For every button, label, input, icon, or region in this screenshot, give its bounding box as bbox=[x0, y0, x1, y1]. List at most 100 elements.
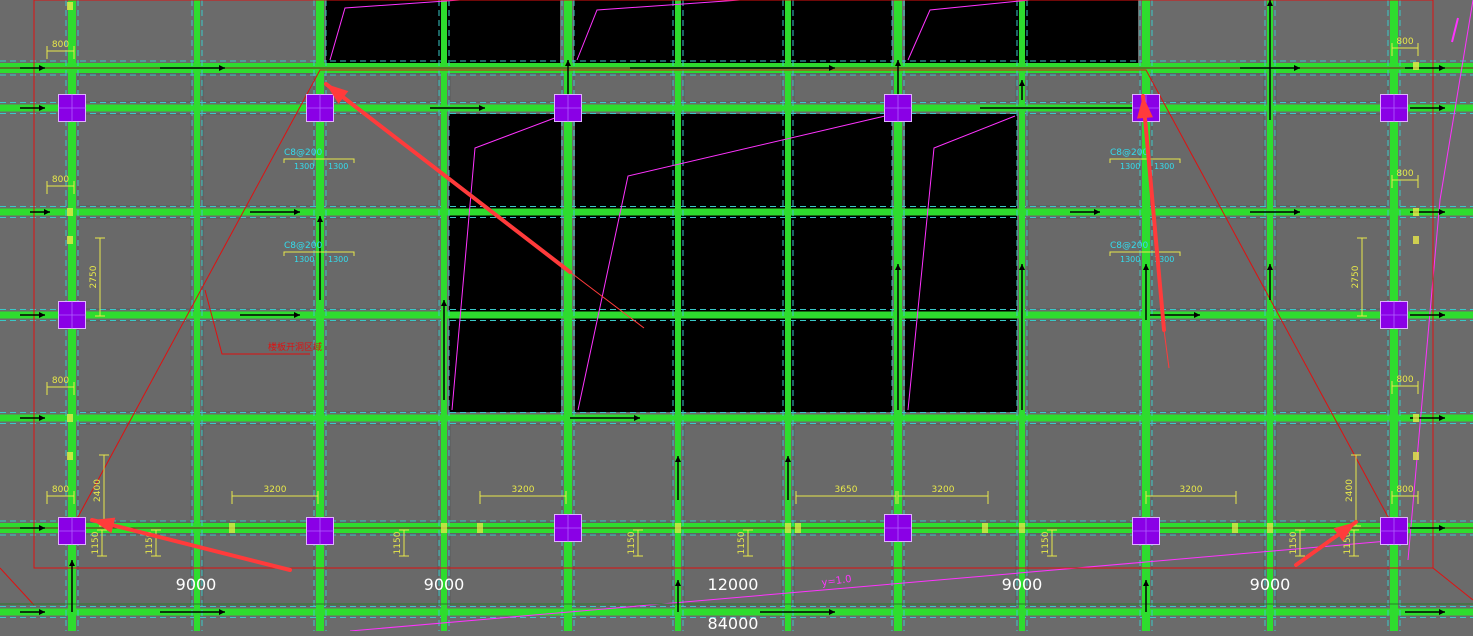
dimension-label: 3650 bbox=[835, 485, 858, 495]
dimension-label: 1150 bbox=[1041, 531, 1051, 554]
beam-horizontal bbox=[0, 414, 1473, 422]
dimension-label: 800 bbox=[1396, 375, 1413, 385]
dimension-label: 3200 bbox=[1180, 485, 1203, 495]
slab-panel bbox=[1151, 113, 1265, 207]
slab-panel bbox=[325, 533, 439, 607]
dimension-marker bbox=[477, 523, 483, 533]
slab-panel bbox=[1275, 423, 1389, 523]
dimension-label: 1150 bbox=[737, 531, 747, 554]
dimension-marker bbox=[67, 414, 73, 422]
red-note-label: 楼板开洞区域 bbox=[268, 341, 322, 353]
axis-span-label: 9000 bbox=[1002, 575, 1043, 594]
slab-panel bbox=[793, 423, 893, 523]
dimension-marker bbox=[1232, 523, 1238, 533]
slab-panel bbox=[1027, 73, 1141, 103]
slab-panel bbox=[77, 113, 192, 207]
slab-panel bbox=[202, 320, 315, 413]
rebar-length-label: 1300 bbox=[294, 255, 314, 264]
dimension-marker bbox=[1413, 236, 1419, 244]
cad-drawing-canvas[interactable]: 800 800 800 800 800 800 800 800 2750 2750 2400 2400… bbox=[0, 0, 1473, 633]
slab-panel bbox=[793, 73, 893, 103]
dimension-marker bbox=[1267, 523, 1273, 533]
slab-panel bbox=[1275, 113, 1389, 207]
dimension-marker bbox=[1413, 452, 1419, 460]
dimension-label: 2750 bbox=[1351, 265, 1361, 288]
dimension-label: 800 bbox=[52, 40, 69, 50]
slab-panel bbox=[325, 320, 439, 413]
rebar-length-label: 1300 bbox=[1120, 162, 1140, 171]
dimension-marker bbox=[229, 523, 235, 533]
rebar-length-label: 1300 bbox=[1154, 162, 1174, 171]
opening bbox=[449, 114, 561, 412]
dimension-marker bbox=[67, 452, 73, 460]
slab-panel bbox=[77, 423, 192, 523]
dimension-label: 3200 bbox=[932, 485, 955, 495]
axis-span-label: 12000 bbox=[708, 575, 759, 594]
rebar-spec-label: C8@200 bbox=[284, 241, 322, 251]
beam-vertical bbox=[675, 0, 681, 631]
axis-span-label: 9000 bbox=[1250, 575, 1291, 594]
dimension-label: 800 bbox=[1396, 37, 1413, 47]
slab-panel bbox=[1275, 320, 1389, 413]
dimension-label: 800 bbox=[52, 376, 69, 386]
dimension-marker bbox=[1413, 208, 1419, 216]
slab-panel bbox=[1027, 423, 1141, 523]
slab-panel bbox=[325, 423, 439, 523]
dimension-marker bbox=[675, 523, 681, 533]
slab-panel bbox=[1027, 320, 1141, 413]
dimension-label: 1150 bbox=[393, 531, 403, 554]
slab-panel bbox=[573, 423, 673, 523]
slab-panel bbox=[1151, 73, 1265, 103]
slab-panel bbox=[202, 113, 315, 207]
beam-horizontal bbox=[0, 104, 1473, 112]
opening bbox=[575, 114, 892, 412]
rebar-length-label: 1300 bbox=[328, 255, 348, 264]
rebar-length-label: 1300 bbox=[328, 162, 348, 171]
dimension-label: 1150 bbox=[1289, 531, 1299, 554]
slab-panel bbox=[573, 73, 673, 103]
dimension-label: 800 bbox=[52, 175, 69, 185]
slab-panel bbox=[1027, 113, 1141, 207]
axis-span-label: 9000 bbox=[176, 575, 217, 594]
slab-panel bbox=[77, 73, 192, 103]
rebar-length-label: 1300 bbox=[294, 162, 314, 171]
dimension-marker bbox=[1413, 62, 1419, 70]
total-length-label: 84000 bbox=[708, 614, 759, 631]
beam-horizontal bbox=[0, 311, 1473, 319]
slab-panel bbox=[903, 533, 1017, 607]
opening bbox=[574, 0, 892, 63]
slab-panel bbox=[793, 533, 893, 607]
rebar-length-label: 1300 bbox=[1120, 255, 1140, 264]
dimension-label: 2400 bbox=[1345, 479, 1355, 502]
rebar-spec-label: C8@200 bbox=[1110, 148, 1148, 158]
floor-plan-svg: 800 800 800 800 800 800 800 800 2750 2750 2400 2400… bbox=[0, 0, 1473, 633]
slab-panel bbox=[903, 423, 1017, 523]
dimension-label: 2400 bbox=[93, 479, 103, 502]
dimension-label: 1150 bbox=[91, 531, 101, 554]
dimension-label: 800 bbox=[52, 485, 69, 495]
dimension-marker bbox=[67, 2, 73, 10]
dimension-label: 2750 bbox=[89, 265, 99, 288]
opening bbox=[905, 114, 1017, 412]
slab-panel bbox=[903, 73, 1017, 103]
dimension-marker bbox=[982, 523, 988, 533]
slab-panel bbox=[1151, 423, 1265, 523]
dimension-marker bbox=[67, 208, 73, 216]
dimension-marker bbox=[1019, 523, 1025, 533]
dimension-label: 1150 bbox=[627, 531, 637, 554]
dimension-label: 800 bbox=[1396, 485, 1413, 495]
dimension-marker bbox=[67, 236, 73, 244]
beam-vertical bbox=[194, 0, 200, 631]
slab-panel bbox=[202, 73, 315, 103]
slab-panel bbox=[1275, 217, 1389, 310]
dimension-marker bbox=[785, 523, 791, 533]
rebar-spec-label: C8@200 bbox=[1110, 241, 1148, 251]
slab-panel bbox=[77, 217, 192, 310]
beam-vertical bbox=[785, 0, 791, 631]
dimension-marker bbox=[441, 523, 447, 533]
axis-span-label: 9000 bbox=[424, 575, 465, 594]
slab-panel bbox=[449, 73, 563, 103]
slab-panel bbox=[449, 533, 563, 607]
dimension-label: 800 bbox=[1396, 169, 1413, 179]
slab-panel bbox=[202, 423, 315, 523]
